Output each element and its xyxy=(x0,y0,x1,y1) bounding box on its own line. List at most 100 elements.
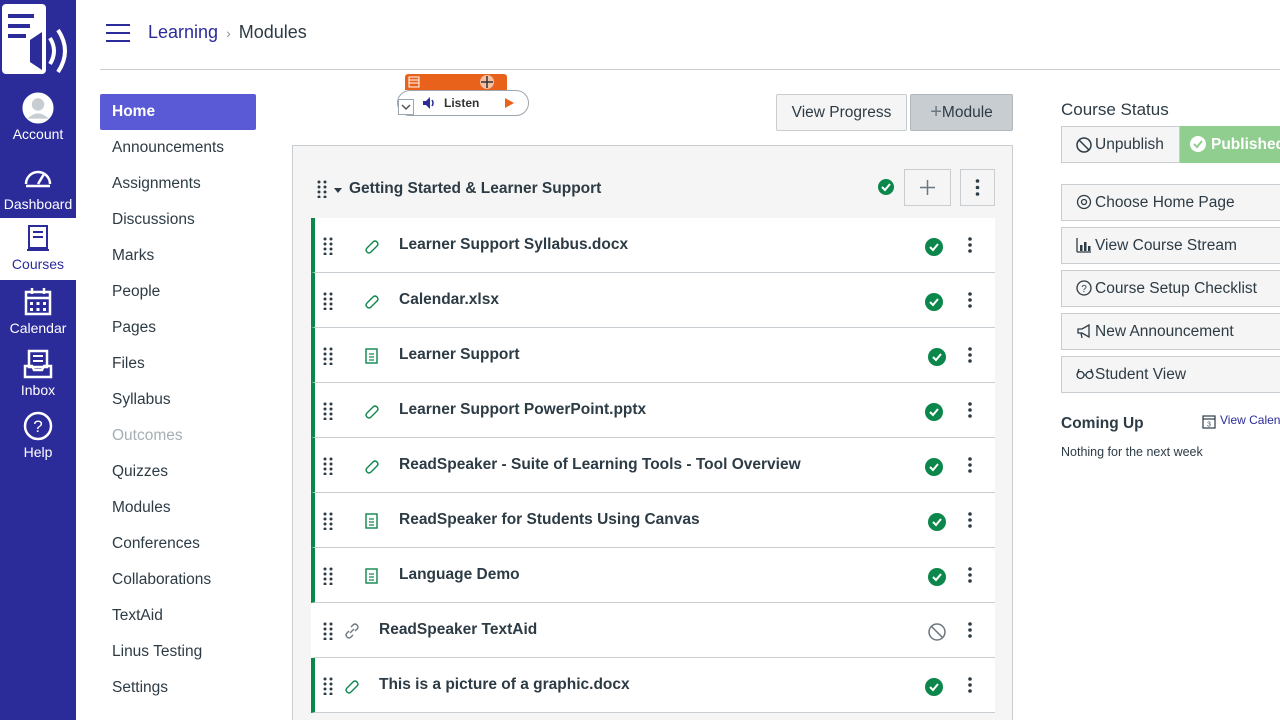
kebab-icon[interactable] xyxy=(967,676,973,694)
published-check-icon[interactable] xyxy=(924,677,944,697)
module-item-row[interactable]: ReadSpeaker - Suite of Learning Tools - … xyxy=(311,438,995,493)
drag-handle-icon[interactable] xyxy=(323,457,333,475)
drag-handle-icon[interactable] xyxy=(323,622,333,640)
course-nav-discussions[interactable]: Discussions xyxy=(100,202,256,238)
play-icon[interactable] xyxy=(502,96,516,110)
module-item-row[interactable]: This is a picture of a graphic.docx xyxy=(311,658,995,713)
module-title[interactable]: Getting Started & Learner Support xyxy=(349,180,601,198)
course-nav-pages[interactable]: Pages xyxy=(100,310,256,346)
nav-dashboard[interactable]: Dashboard xyxy=(0,162,76,224)
published-check-icon[interactable] xyxy=(877,178,895,196)
course-nav-collaborations[interactable]: Collaborations xyxy=(100,562,256,598)
new-announcement-button[interactable]: New Announcement xyxy=(1061,313,1280,350)
module-item-title[interactable]: Calendar.xlsx xyxy=(399,291,499,309)
module-item-title[interactable]: ReadSpeaker - Suite of Learning Tools - … xyxy=(399,456,801,474)
readspeaker-logo-icon[interactable] xyxy=(0,0,76,84)
kebab-icon[interactable] xyxy=(967,291,973,309)
course-status-heading: Course Status xyxy=(1061,100,1169,119)
drag-handle-icon[interactable] xyxy=(323,292,333,310)
module-item-title[interactable]: Language Demo xyxy=(399,566,520,584)
choose-home-page-button[interactable]: Choose Home Page xyxy=(1061,184,1280,221)
kebab-icon[interactable] xyxy=(967,346,973,364)
kebab-icon[interactable] xyxy=(967,236,973,254)
published-button[interactable]: Published xyxy=(1180,126,1280,163)
course-setup-checklist-button[interactable]: ? Course Setup Checklist xyxy=(1061,270,1280,307)
add-item-button[interactable] xyxy=(904,169,951,206)
course-nav-syllabus[interactable]: Syllabus xyxy=(100,382,256,418)
chevron-down-icon[interactable] xyxy=(398,99,414,115)
menu-toggle-icon[interactable] xyxy=(106,24,130,44)
published-check-icon[interactable] xyxy=(924,402,944,422)
drag-handle-icon[interactable] xyxy=(317,180,327,198)
course-nav-marks[interactable]: Marks xyxy=(100,238,256,274)
kebab-icon[interactable] xyxy=(967,511,973,529)
caret-down-icon[interactable] xyxy=(333,185,343,195)
drag-handle-icon[interactable] xyxy=(323,677,333,695)
glasses-icon xyxy=(1076,368,1094,380)
course-nav-linus-testing[interactable]: Linus Testing xyxy=(100,634,256,670)
module-item-title[interactable]: Learner Support PowerPoint.pptx xyxy=(399,401,646,419)
module-item-row[interactable]: ReadSpeaker for Students Using Canvas xyxy=(311,493,995,548)
readspeaker-listen-button[interactable]: Listen xyxy=(444,96,479,110)
add-module-button[interactable]: +Module xyxy=(910,94,1013,131)
drag-handle-icon[interactable] xyxy=(323,512,333,530)
attachment-icon xyxy=(365,240,379,254)
module-options-button[interactable] xyxy=(960,169,995,206)
course-nav-files[interactable]: Files xyxy=(100,346,256,382)
kebab-icon[interactable] xyxy=(967,401,973,419)
course-nav-textaid[interactable]: TextAid xyxy=(100,598,256,634)
view-course-stream-button[interactable]: View Course Stream xyxy=(1061,227,1280,264)
course-nav-outcomes[interactable]: Outcomes xyxy=(100,418,256,454)
published-label: Published xyxy=(1211,136,1280,153)
module-item-row[interactable]: Learner Support xyxy=(311,328,995,383)
view-calendar-link[interactable]: 3 View Calendar xyxy=(1202,413,1280,429)
published-check-icon[interactable] xyxy=(924,237,944,257)
module-item-row[interactable]: Language Demo xyxy=(311,548,995,603)
nav-account[interactable]: Account xyxy=(0,92,76,154)
course-nav-modules[interactable]: Modules xyxy=(100,490,256,526)
published-check-icon[interactable] xyxy=(924,457,944,477)
view-calendar-label: View Calendar xyxy=(1220,413,1280,428)
module-item-title[interactable]: Learner Support xyxy=(399,346,520,364)
nav-inbox[interactable]: Inbox xyxy=(0,348,76,410)
course-nav-announcements[interactable]: Announcements xyxy=(100,130,256,166)
nav-courses[interactable]: Courses xyxy=(0,218,76,280)
drag-handle-icon[interactable] xyxy=(323,402,333,420)
nav-help[interactable]: ? Help xyxy=(0,410,76,472)
nav-help-label: Help xyxy=(23,444,53,460)
module-item-row[interactable]: Calendar.xlsx xyxy=(311,273,995,328)
kebab-icon[interactable] xyxy=(967,566,973,584)
course-nav-people[interactable]: People xyxy=(100,274,256,310)
unpublish-button[interactable]: Unpublish xyxy=(1061,126,1180,163)
course-nav-quizzes[interactable]: Quizzes xyxy=(100,454,256,490)
published-check-icon[interactable] xyxy=(927,347,947,367)
drag-handle-icon[interactable] xyxy=(323,237,333,255)
calendar-small-icon: 3 xyxy=(1202,415,1216,429)
course-setup-checklist-label: Course Setup Checklist xyxy=(1095,280,1257,297)
course-nav-home[interactable]: Home xyxy=(100,94,256,130)
nav-calendar[interactable]: Calendar xyxy=(0,286,76,348)
module-item-title[interactable]: ReadSpeaker for Students Using Canvas xyxy=(399,511,700,529)
published-check-icon[interactable] xyxy=(924,292,944,312)
kebab-icon[interactable] xyxy=(967,456,973,474)
module-item-row[interactable]: Learner Support Syllabus.docx xyxy=(311,218,995,273)
course-nav-assignments[interactable]: Assignments xyxy=(100,166,256,202)
module-item-row[interactable]: Learner Support PowerPoint.pptx xyxy=(311,383,995,438)
course-nav-conferences[interactable]: Conferences xyxy=(100,526,256,562)
student-view-button[interactable]: Student View xyxy=(1061,356,1280,393)
drag-handle-icon[interactable] xyxy=(323,567,333,585)
module-item-title[interactable]: ReadSpeaker TextAid xyxy=(379,621,537,639)
add-module-label: Module xyxy=(941,104,993,121)
unpublished-icon[interactable] xyxy=(927,622,947,642)
readspeaker-drag-handle[interactable] xyxy=(405,74,507,90)
published-check-icon[interactable] xyxy=(927,567,947,587)
kebab-icon[interactable] xyxy=(967,621,973,639)
module-item-title[interactable]: Learner Support Syllabus.docx xyxy=(399,236,628,254)
drag-handle-icon[interactable] xyxy=(323,347,333,365)
module-item-row[interactable]: ReadSpeaker TextAid xyxy=(311,603,995,658)
module-item-title[interactable]: This is a picture of a graphic.docx xyxy=(379,676,630,694)
view-progress-button[interactable]: View Progress xyxy=(776,94,907,131)
published-check-icon[interactable] xyxy=(927,512,947,532)
course-nav-settings[interactable]: Settings xyxy=(100,670,256,706)
breadcrumb-course-link[interactable]: Learning xyxy=(148,22,218,42)
